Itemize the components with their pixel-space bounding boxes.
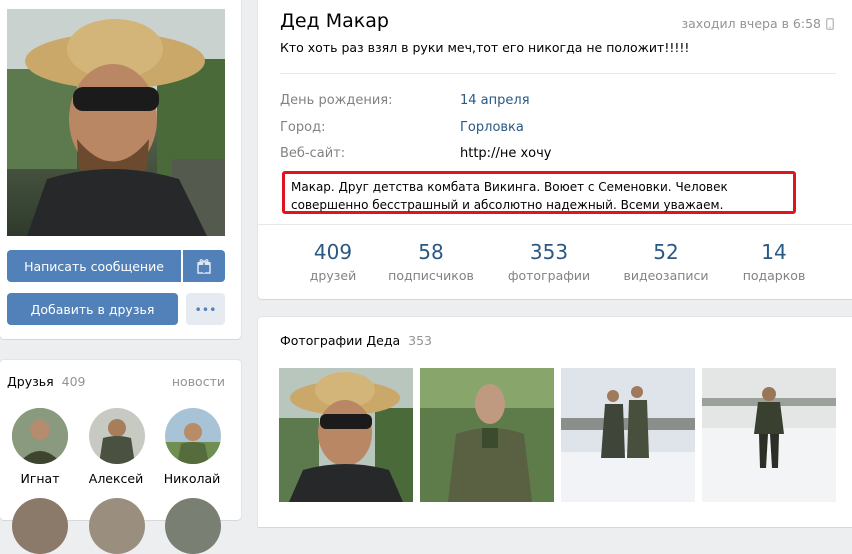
counter-photos[interactable]: 353 фотографии — [499, 240, 599, 283]
last-seen-text: заходил вчера в 6:58 — [681, 16, 821, 31]
friend-photo-ignat — [12, 408, 68, 464]
counter-number: 58 — [418, 240, 444, 264]
photo-thumbnail[interactable] — [420, 368, 554, 502]
friend-avatar[interactable] — [12, 498, 68, 554]
friend-name[interactable]: Игнат — [0, 471, 80, 486]
add-friend-button[interactable]: Добавить в друзья — [7, 293, 178, 325]
friends-count: 409 — [61, 374, 86, 389]
info-value-link[interactable]: Горловка — [460, 120, 524, 135]
about-highlight-box: Макар. Друг детства комбата Викинга. Вою… — [282, 171, 796, 214]
divider — [280, 73, 836, 74]
avatar-photo — [7, 9, 225, 236]
counter-friends[interactable]: 409 друзей — [293, 240, 373, 283]
info-label: Город: — [280, 120, 326, 135]
photo-thumbnail[interactable] — [561, 368, 695, 502]
counter-gifts[interactable]: 14 подарков — [734, 240, 814, 283]
friend-photo-nikolay — [165, 408, 221, 464]
profile-info-card: Дед Макар заходил вчера в 6:58 Кто хоть … — [258, 0, 852, 299]
photos-title: Фотографии Деда — [280, 333, 401, 348]
friend-avatar[interactable] — [165, 408, 221, 464]
info-label: Веб-сайт: — [280, 146, 346, 161]
photos-header[interactable]: Фотографии Деда 353 — [280, 333, 432, 348]
friends-news-link[interactable]: новости — [172, 374, 225, 389]
gift-button[interactable] — [183, 250, 225, 282]
photo-1 — [279, 368, 413, 502]
photo-thumbnail[interactable] — [702, 368, 836, 502]
info-value-link[interactable]: 14 апреля — [460, 93, 530, 108]
counter-label: друзей — [309, 268, 357, 283]
mobile-icon — [826, 17, 834, 30]
photo-thumbnail[interactable] — [279, 368, 413, 502]
friend-name[interactable]: Николай — [152, 471, 232, 486]
counter-videos[interactable]: 52 видеозаписи — [616, 240, 716, 283]
counter-subscribers[interactable]: 58 подписчиков — [381, 240, 481, 283]
counter-label: подписчиков — [388, 268, 474, 283]
last-seen: заходил вчера в 6:58 — [681, 16, 834, 31]
info-value-website[interactable]: http://не хочу — [460, 146, 551, 161]
counter-label: подарков — [742, 268, 806, 283]
divider — [258, 224, 852, 225]
friends-header[interactable]: Друзья 409 — [7, 374, 85, 389]
photo-2 — [420, 368, 554, 502]
counter-number: 409 — [313, 240, 353, 264]
info-label: День рождения: — [280, 93, 393, 108]
friend-name[interactable]: Алексей — [76, 471, 156, 486]
about-text: Макар. Друг детства комбата Викинга. Вою… — [291, 180, 728, 212]
more-actions-button[interactable]: ••• — [186, 293, 225, 325]
photo-4 — [702, 368, 836, 502]
avatar-card: Написать сообщение Добавить в друзья ••• — [0, 0, 241, 339]
counter-label: видеозаписи — [623, 268, 709, 283]
profile-avatar[interactable] — [7, 9, 225, 236]
friend-avatar[interactable] — [89, 408, 145, 464]
profile-name: Дед Макар — [280, 10, 389, 32]
send-message-button[interactable]: Написать сообщение — [7, 250, 181, 282]
counter-number: 14 — [761, 240, 787, 264]
gift-icon — [197, 259, 211, 274]
counter-label: фотографии — [507, 268, 591, 283]
friend-photo-alexey — [89, 408, 145, 464]
profile-status[interactable]: Кто хоть раз взял в руки меч,тот его ник… — [280, 40, 689, 55]
photos-count: 353 — [408, 333, 433, 348]
friends-title: Друзья — [7, 374, 54, 389]
counter-number: 353 — [529, 240, 569, 264]
counter-number: 52 — [653, 240, 679, 264]
friend-avatar[interactable] — [89, 498, 145, 554]
photo-3 — [561, 368, 695, 502]
friend-avatar[interactable] — [12, 408, 68, 464]
friends-card: Друзья 409 новости Игнат Алексей Николай — [0, 360, 241, 554]
friend-avatar[interactable] — [165, 498, 221, 554]
